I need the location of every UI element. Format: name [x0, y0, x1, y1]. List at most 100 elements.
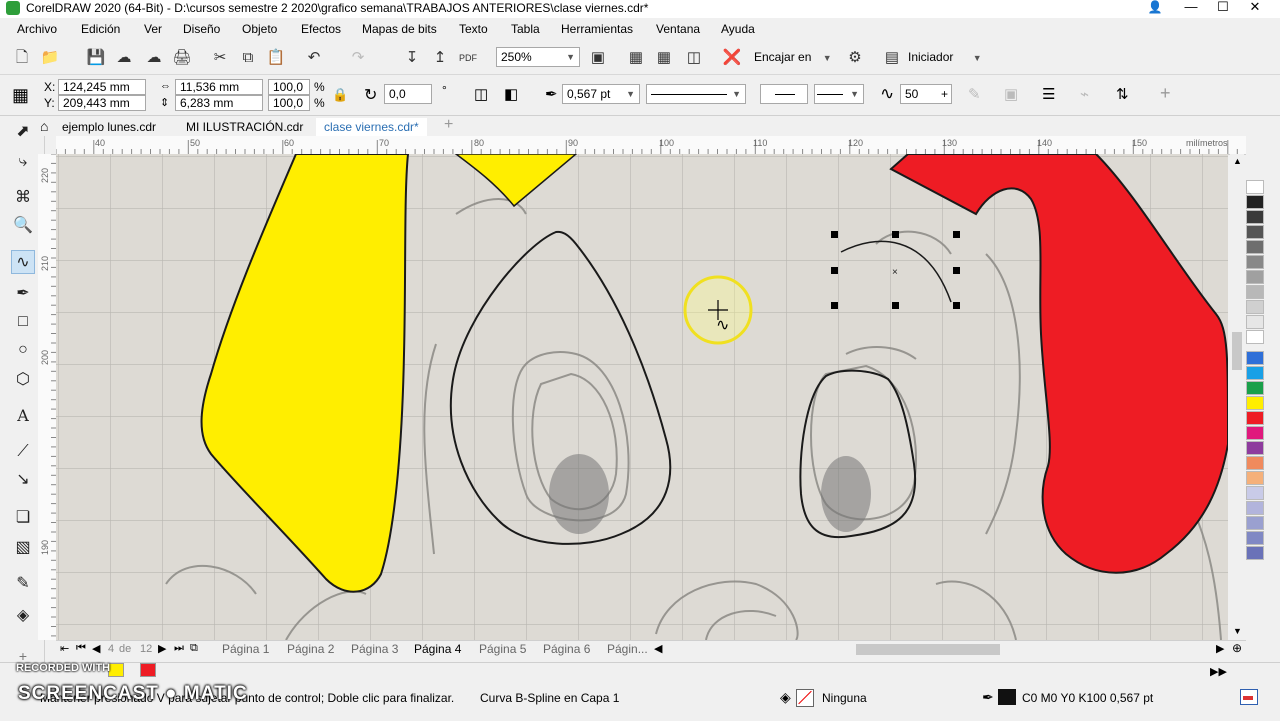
page-prev-icon[interactable]: ◀	[92, 642, 100, 655]
add-icon[interactable]: +	[1160, 83, 1171, 104]
hscrollbar-thumb[interactable]	[856, 644, 1000, 655]
plus-icon[interactable]: +	[941, 85, 948, 103]
snap-to-dropdown[interactable]: Encajar en ▼	[754, 50, 832, 64]
maximize-button[interactable]: ☐	[1208, 0, 1238, 16]
hscroll-right-icon[interactable]: ▶	[1216, 642, 1224, 655]
interactive-fill-tool-icon[interactable]: ◈	[11, 604, 35, 628]
cloud-upload-icon[interactable]: ☁	[114, 48, 134, 68]
artistic-media-tool-icon[interactable]: ✒	[11, 282, 35, 306]
menu-tabla[interactable]: Tabla	[511, 22, 540, 36]
page-next-icon[interactable]: ▶	[158, 642, 166, 655]
palette-swatch[interactable]	[1246, 501, 1264, 515]
page-tab-2[interactable]: Página 2	[287, 642, 334, 656]
no-fill-icon[interactable]	[796, 689, 814, 707]
palette-swatch[interactable]	[1246, 240, 1264, 254]
doc-tab-ejemplo-lunes[interactable]: ejemplo lunes.cdr	[54, 118, 164, 136]
palette-swatch[interactable]	[1246, 285, 1264, 299]
navigator-icon[interactable]: ⊕	[1232, 641, 1242, 655]
scale-height-field[interactable]: 100,0	[268, 95, 310, 111]
outline-width-field[interactable]: 0,567 pt ▼	[562, 84, 640, 104]
palette-swatch[interactable]	[1246, 330, 1264, 344]
add-page-icon[interactable]: ⧉	[190, 642, 198, 655]
undo-icon[interactable]: ↶	[304, 48, 324, 68]
close-curve-icon[interactable]: ✎	[968, 85, 981, 103]
height-field[interactable]: 6,283 mm	[175, 95, 263, 111]
palette-swatch[interactable]	[1246, 180, 1264, 194]
minimize-button[interactable]: —	[1176, 0, 1206, 16]
lock-ratio-icon[interactable]: 🔒	[332, 87, 348, 103]
hscroll-left-icon[interactable]: ◀	[654, 642, 662, 655]
current-page-number[interactable]: 4	[108, 643, 114, 655]
text-wrap-icon[interactable]: ☰	[1042, 85, 1055, 103]
close-button[interactable]: ✕	[1240, 0, 1270, 16]
menu-ver[interactable]: Ver	[144, 22, 162, 36]
outline-color-swatch[interactable]	[998, 689, 1016, 705]
guidelines-icon[interactable]: ◫	[684, 48, 704, 68]
line-style-dropdown[interactable]: ▼	[646, 84, 746, 104]
home-icon[interactable]: ⌂	[40, 118, 48, 134]
crop-tool-icon[interactable]: ⌘	[11, 186, 35, 210]
page-tab-6[interactable]: Página 6	[543, 642, 590, 656]
menu-edicion[interactable]: Edición	[81, 22, 120, 36]
connector-tool-icon[interactable]: ↘	[11, 468, 35, 492]
palette-swatch[interactable]	[1246, 441, 1264, 455]
page-first-icon[interactable]: ⇤	[60, 642, 69, 655]
new-tab-icon[interactable]: +	[444, 116, 453, 134]
palette-swatch[interactable]	[1246, 516, 1264, 530]
palette-swatch[interactable]	[1246, 546, 1264, 560]
import-icon[interactable]: ↧	[402, 48, 422, 68]
palette-swatch[interactable]	[1246, 531, 1264, 545]
menu-ayuda[interactable]: Ayuda	[721, 22, 755, 36]
export-icon[interactable]: ↥	[430, 48, 450, 68]
palette-swatch[interactable]	[1246, 210, 1264, 224]
bspline-tool-icon[interactable]: ∿	[11, 250, 35, 274]
vertical-scrollbar[interactable]: ▲ ▼	[1230, 154, 1244, 640]
end-arrowhead-dropdown[interactable]: ▼	[814, 84, 864, 104]
menu-ventana[interactable]: Ventana	[656, 22, 700, 36]
palette-swatch[interactable]	[1246, 396, 1264, 410]
welcome-screen-icon[interactable]: ▤	[882, 48, 902, 68]
cloud-icon[interactable]: ☁	[144, 48, 164, 68]
palette-swatch[interactable]	[1246, 426, 1264, 440]
scrollbar-thumb[interactable]	[1232, 332, 1242, 370]
doc-tab-clase-viernes[interactable]: clase viernes.cdr*	[316, 118, 427, 136]
palette-swatch[interactable]	[1246, 486, 1264, 500]
redo-icon[interactable]: ↷	[348, 48, 368, 68]
print-icon[interactable]: 🖨	[172, 48, 192, 68]
width-field[interactable]: 11,536 mm	[175, 79, 263, 95]
palette-swatch[interactable]	[1246, 411, 1264, 425]
select-nodes-icon[interactable]: ⌁	[1080, 85, 1089, 103]
palette-swatch[interactable]	[1246, 270, 1264, 284]
workspace-dropdown[interactable]: Iniciador ▼	[908, 50, 982, 64]
menu-mapas-de-bits[interactable]: Mapas de bits	[362, 22, 437, 36]
palette-swatch[interactable]	[1246, 471, 1264, 485]
shape-tool-icon[interactable]: ⤷	[11, 150, 35, 174]
node-edit-icon[interactable]: ⇅	[1116, 85, 1129, 103]
vertical-ruler[interactable]: 220 210 200 190	[38, 154, 57, 640]
page-last-icon[interactable]: ⏭	[174, 642, 184, 655]
menu-diseno[interactable]: Diseño	[183, 22, 220, 36]
zoom-level-field[interactable]: 250% ▼	[496, 47, 580, 67]
palette-swatch[interactable]	[1246, 351, 1264, 365]
smoothing-field[interactable]: 50 +	[900, 84, 952, 104]
start-arrowhead-dropdown[interactable]	[760, 84, 808, 104]
horizontal-ruler[interactable]: 40 50 60 70 80 90 100 110 120 130 140 15…	[56, 136, 1246, 155]
palette-swatch[interactable]	[1246, 456, 1264, 470]
drop-shadow-tool-icon[interactable]: ❏	[11, 506, 35, 530]
scroll-up-icon[interactable]: ▲	[1233, 156, 1242, 166]
transparency-tool-icon[interactable]: ▧	[11, 536, 35, 560]
zoom-tool-icon[interactable]: 🔍	[11, 214, 35, 238]
publish-pdf-icon[interactable]: PDF	[458, 48, 478, 68]
save-icon[interactable]: 💾	[86, 48, 106, 68]
scroll-right-icon[interactable]: ▶▶	[1210, 665, 1227, 678]
rulers-icon[interactable]: ▦	[626, 48, 646, 68]
palette-swatch[interactable]	[1246, 300, 1264, 314]
open-folder-icon[interactable]: 📁	[40, 48, 60, 68]
dimension-tool-icon[interactable]: ⟋	[11, 440, 35, 464]
object-origin-icon[interactable]: ▦	[12, 83, 36, 107]
gear-icon[interactable]: ⚙	[845, 48, 865, 68]
polygon-tool-icon[interactable]: ⬡	[11, 368, 35, 392]
user-icon[interactable]: 👤	[1140, 0, 1170, 16]
doc-tab-mi-ilustracion[interactable]: MI ILUSTRACIÓN.cdr	[178, 118, 311, 136]
new-document-icon[interactable]: 🗋	[12, 48, 32, 68]
